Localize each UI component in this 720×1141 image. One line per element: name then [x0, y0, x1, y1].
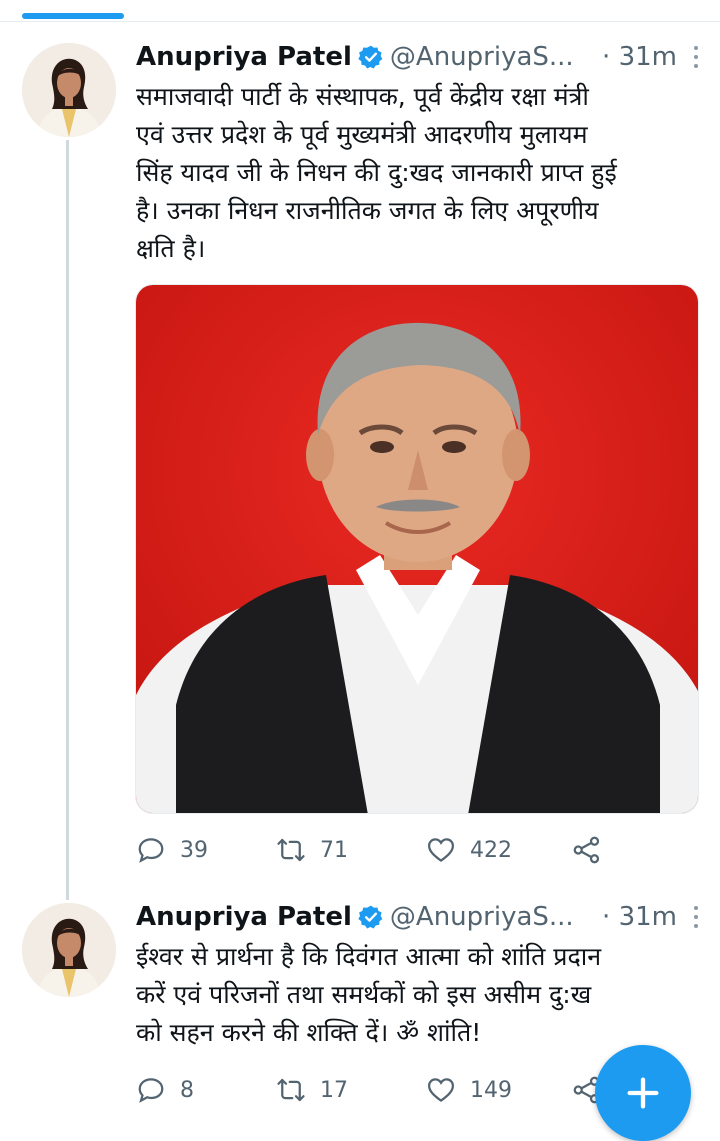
avatar[interactable] — [22, 903, 116, 997]
like-button[interactable]: 422 — [426, 835, 572, 865]
like-count: 422 — [470, 837, 512, 863]
heart-icon — [427, 838, 455, 863]
top-tab-indicator — [22, 13, 124, 19]
reply-button[interactable]: 8 — [136, 1075, 276, 1105]
tweet-header: Anupriya Patel @AnupriyaS... · 31m — [136, 900, 701, 934]
author-handle[interactable]: @AnupriyaS... — [390, 902, 574, 932]
retweet-icon — [277, 1078, 305, 1102]
heart-icon — [427, 1078, 455, 1103]
retweet-button[interactable]: 71 — [276, 835, 426, 865]
retweet-icon — [277, 838, 305, 862]
compose-tweet-button[interactable] — [595, 1045, 691, 1141]
reply-button[interactable]: 39 — [136, 835, 276, 865]
author-name[interactable]: Anupriya Patel — [136, 42, 352, 72]
tweet-text: समाजवादी पार्टी के संस्थापक, पूर्व केंद्… — [136, 82, 617, 263]
avatar[interactable] — [22, 43, 116, 137]
author-name[interactable]: Anupriya Patel — [136, 902, 352, 932]
retweet-count: 17 — [320, 1077, 348, 1103]
verified-badge-icon — [358, 904, 384, 930]
reply-icon — [138, 1078, 164, 1103]
tweet-timestamp[interactable]: · 31m — [602, 902, 677, 932]
share-icon — [573, 836, 600, 864]
like-button[interactable]: 149 — [426, 1075, 572, 1105]
more-vertical-icon[interactable] — [691, 44, 701, 70]
tweet-actions: 39 71 422 — [136, 832, 606, 868]
top-divider — [0, 21, 720, 22]
tweet-timestamp[interactable]: · 31m — [602, 42, 677, 72]
tweet-media-image[interactable] — [135, 284, 699, 814]
plus-icon — [627, 1077, 659, 1109]
thread-connector-line — [66, 140, 69, 900]
author-handle[interactable]: @AnupriyaS... — [390, 42, 574, 72]
reply-icon — [138, 838, 164, 863]
like-count: 149 — [470, 1077, 512, 1103]
tweet-header: Anupriya Patel @AnupriyaS... · 31m — [136, 40, 701, 74]
share-button[interactable] — [572, 835, 606, 865]
more-vertical-icon[interactable] — [691, 904, 701, 930]
verified-badge-icon — [358, 44, 384, 70]
tweet-text: ईश्वर से प्रार्थना है कि दिवंगत आत्मा को… — [136, 942, 602, 1047]
retweet-button[interactable]: 17 — [276, 1075, 426, 1105]
tweet-actions: 8 17 149 — [136, 1072, 606, 1108]
retweet-count: 71 — [320, 837, 348, 863]
reply-count: 8 — [180, 1077, 194, 1103]
reply-count: 39 — [180, 837, 208, 863]
